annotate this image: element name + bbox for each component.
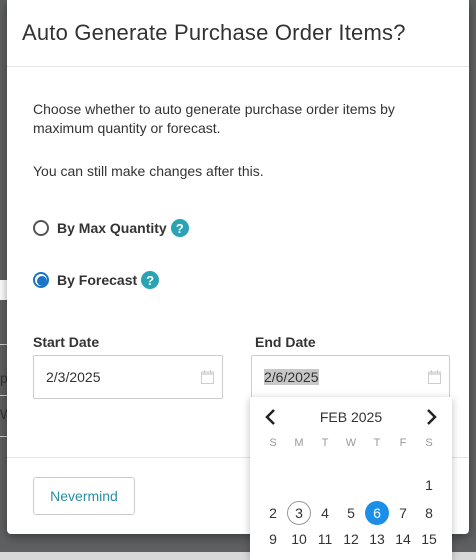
dialog-note: You can still make changes after this. (33, 163, 264, 179)
weekday-label: S (425, 437, 433, 449)
weekday-label: S (269, 437, 277, 449)
help-icon[interactable]: ? (170, 219, 189, 237)
calendar-day-today[interactable]: 3 (287, 501, 311, 525)
dialog-title: Auto Generate Purchase Order Items? (22, 20, 406, 45)
end-date-input[interactable]: 2/6/2025 (251, 355, 450, 399)
calendar-day-selected[interactable]: 6 (365, 501, 389, 525)
max-quantity-radio[interactable] (33, 220, 49, 236)
dialog-header: Auto Generate Purchase Order Items? (7, 0, 469, 67)
calendar-day[interactable]: 2 (260, 501, 286, 525)
end-date-value: 2/6/2025 (264, 369, 319, 385)
calendar-day[interactable]: 15 (416, 527, 442, 551)
start-date-value: 2/3/2025 (46, 369, 101, 385)
option-forecast[interactable]: By Forecast ? (33, 268, 160, 292)
end-date-label: End Date (255, 334, 316, 350)
help-icon[interactable]: ? (141, 271, 160, 289)
start-date-input[interactable]: 2/3/2025 (33, 355, 223, 399)
chevron-right-icon[interactable] (422, 407, 440, 427)
calendar-header: FEB 2025 (250, 397, 452, 437)
date-picker-popup: FEB 2025 S M T W T F S 1 2 3 4 5 6 7 8 9… (250, 397, 452, 560)
start-date-label: Start Date (33, 334, 100, 350)
calendar-day[interactable]: 12 (338, 527, 364, 551)
calendar-day[interactable]: 7 (390, 501, 416, 525)
forecast-radio[interactable] (33, 272, 49, 288)
calendar-day[interactable]: 13 (364, 527, 390, 551)
calendar-day[interactable]: 4 (312, 501, 338, 525)
weekday-label: F (399, 437, 407, 449)
calendar-day[interactable]: 8 (416, 501, 442, 525)
option-max-quantity[interactable]: By Max Quantity ? (33, 216, 189, 240)
dialog-description: Choose whether to auto generate purchase… (33, 101, 395, 136)
calendar-day[interactable]: 14 (390, 527, 416, 551)
calendar-day[interactable]: 9 (260, 527, 286, 551)
nevermind-button[interactable]: Nevermind (33, 477, 135, 515)
weekday-label: T (321, 437, 329, 449)
calendar-day[interactable]: 10 (286, 527, 312, 551)
calendar-day[interactable]: 5 (338, 501, 364, 525)
calendar-day[interactable]: 11 (312, 527, 338, 551)
weekday-label: T (373, 437, 381, 449)
background-text-w: W (0, 406, 7, 422)
forecast-label[interactable]: By Forecast (57, 272, 137, 288)
weekday-label: M (294, 437, 304, 449)
calendar-icon[interactable] (428, 370, 441, 384)
calendar-day[interactable]: 1 (416, 473, 442, 497)
weekday-label: W (345, 437, 357, 449)
max-quantity-label[interactable]: By Max Quantity (57, 220, 167, 236)
calendar-icon[interactable] (201, 370, 214, 384)
